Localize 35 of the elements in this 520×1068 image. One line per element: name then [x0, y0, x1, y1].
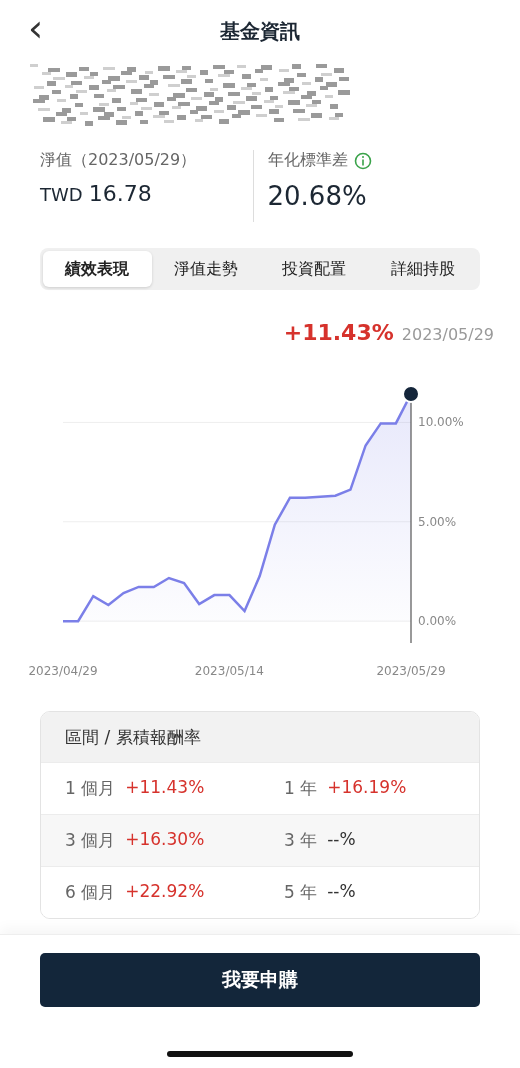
return-value: +11.43%: [125, 777, 205, 799]
axis-label: 2023/05/14: [194, 664, 264, 678]
card-title: 區間 / 累積報酬率: [41, 712, 479, 762]
axis-label: 2023/05/29: [376, 664, 446, 678]
tab[interactable]: 淨值走勢: [151, 251, 260, 287]
point-marker: [402, 385, 420, 403]
info-icon[interactable]: [353, 151, 372, 170]
period-label: 1 個月: [65, 777, 116, 800]
period-label: 3 個月: [65, 829, 116, 852]
tab[interactable]: 績效表現: [43, 251, 152, 287]
axis-label: 0.00%: [418, 614, 457, 629]
stat-label: 年化標準差: [267, 150, 348, 171]
period-label: 1 年: [284, 777, 318, 800]
change-value: +11.43%: [283, 320, 394, 345]
date-label: 2023/05/29: [401, 325, 494, 344]
page-title: 基金資訊: [220, 17, 300, 45]
subscribe-button[interactable]: 我要申購: [40, 953, 480, 1007]
tab[interactable]: 投資配置: [260, 251, 369, 287]
return-value: +16.19%: [327, 777, 407, 799]
period-label: 5 年: [284, 881, 318, 904]
back-button[interactable]: ‹: [28, 8, 44, 48]
stat-value: 16.78: [88, 181, 152, 206]
axis-label: 5.00%: [418, 514, 457, 529]
currency-label: TWD: [40, 184, 83, 205]
stat-value: 20.68%: [267, 181, 367, 211]
axis-label: 2023/04/29: [28, 664, 98, 678]
return-value: +16.30%: [125, 829, 205, 851]
return-value: --%: [327, 881, 356, 903]
period-label: 3 年: [284, 829, 318, 852]
axis-label: 10.00%: [418, 415, 464, 430]
period-label: 6 個月: [65, 881, 116, 904]
return-value: --%: [327, 829, 356, 851]
tab[interactable]: 詳細持股: [368, 251, 477, 287]
stat-label: 淨值（2023/05/29）: [40, 150, 197, 171]
return-value: +22.92%: [125, 881, 205, 903]
